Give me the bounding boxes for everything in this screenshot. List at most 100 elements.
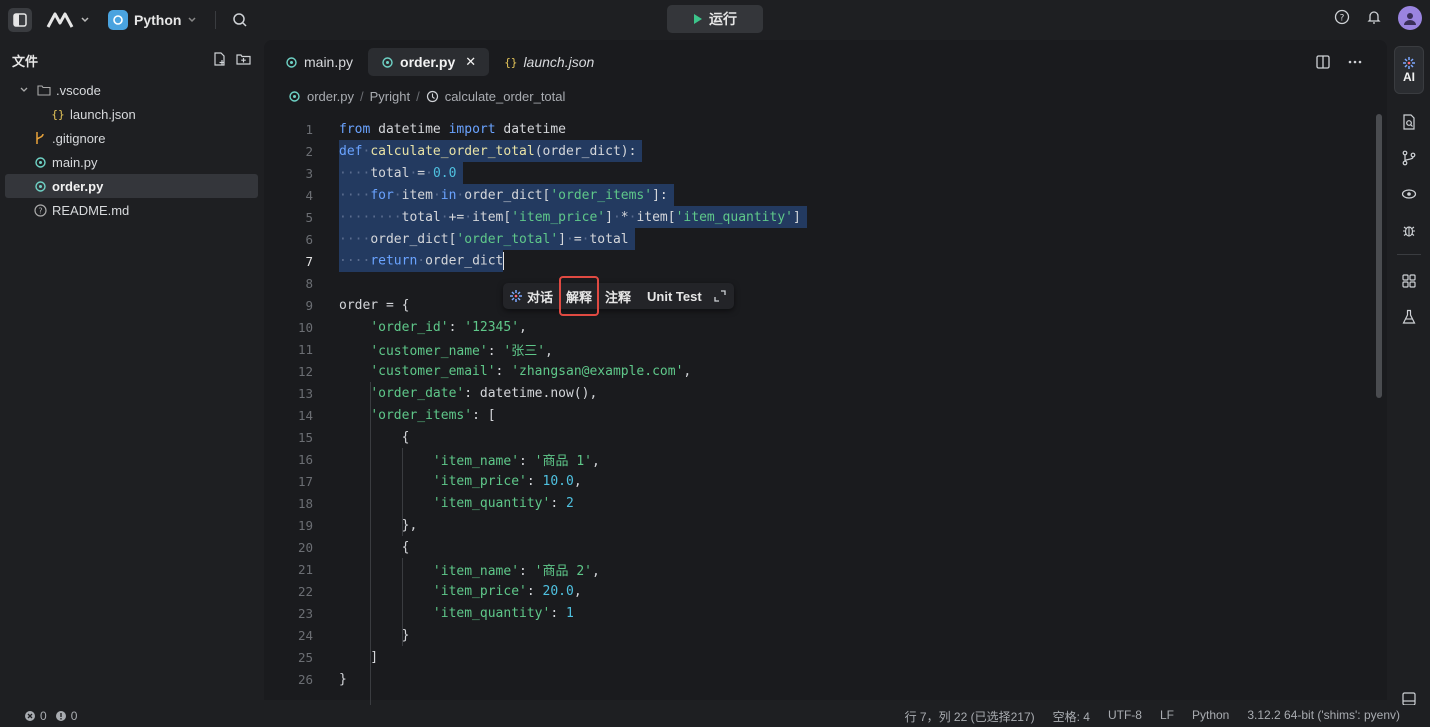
code-line: ] (339, 649, 379, 665)
line-ending[interactable]: LF (1160, 708, 1174, 725)
run-button[interactable]: 运行 (667, 5, 763, 33)
search-icon[interactable] (232, 12, 248, 28)
expand-icon[interactable] (708, 283, 734, 309)
encoding[interactable]: UTF-8 (1108, 708, 1142, 725)
code-line: } (339, 671, 347, 687)
line-number: 9 (305, 297, 313, 313)
tab-launch-json[interactable]: {} launch.json (491, 48, 607, 76)
language-mode[interactable]: Python (1192, 708, 1229, 725)
top-bar: Python 运行 ? (0, 0, 1430, 40)
code-line: { (339, 429, 410, 445)
extensions-icon[interactable] (1399, 271, 1419, 291)
code-line: 'customer_name': '张三', (370, 343, 553, 359)
code-area[interactable]: 1 from datetime import datetime 2 def·calc… (264, 118, 1374, 727)
project-selector[interactable]: Python (108, 10, 197, 30)
bug-icon[interactable] (1399, 220, 1419, 240)
bell-icon[interactable] (1366, 9, 1382, 28)
sparkle-icon (1403, 57, 1415, 69)
split-editor-icon[interactable] (1315, 54, 1331, 73)
ai-action-bar: 对话 解释 注释 Unit Test (503, 276, 734, 316)
tree-item-gitignore[interactable]: .gitignore (0, 126, 263, 150)
line-number: 22 (297, 583, 313, 599)
breadcrumb-file[interactable]: order.py (307, 89, 354, 104)
line-number: 12 (297, 363, 313, 379)
ai-assistant-button[interactable]: AI (1394, 46, 1424, 94)
breadcrumb-analyzer[interactable]: Pyright (370, 89, 410, 104)
line-number: 21 (297, 561, 313, 577)
json-icon: {} (51, 107, 65, 121)
line-number: 23 (297, 605, 313, 621)
tree-item-main-py[interactable]: main.py (0, 150, 263, 174)
tree-item-order-py[interactable]: order.py (5, 174, 258, 198)
code-line: def·calculate_order_total(order_dict): (339, 143, 637, 159)
code-line: 'order_id': '12345', (370, 319, 527, 335)
line-number: 26 (297, 671, 313, 687)
git-icon (32, 130, 48, 146)
code-line: ····total·=·0.0 (339, 165, 457, 181)
cursor-position[interactable]: 行 7，列 22 (已选择217) (905, 708, 1035, 725)
line-number: 11 (297, 341, 313, 357)
code-line: ········total·+=·item['item_price']·*·it… (339, 209, 801, 225)
more-actions-icon[interactable] (1347, 54, 1363, 73)
code-line: ····order_dict['order_total']·=·total (339, 231, 629, 247)
code-line: 'item_name': '商品 2', (432, 563, 600, 579)
line-number: 1 (305, 121, 313, 137)
json-icon: {} (504, 55, 518, 69)
source-control-icon[interactable] (1399, 148, 1419, 168)
sidebar-toggle-icon[interactable] (8, 8, 32, 32)
tab-main-py[interactable]: main.py (272, 48, 366, 76)
interpreter[interactable]: 3.12.2 64-bit ('shims': pyenv) (1247, 708, 1400, 725)
tree-item-launch-json[interactable]: {} launch.json (0, 102, 263, 126)
code-line: ····for·item·in·order_dict['order_items'… (339, 187, 668, 203)
editor-scrollbar[interactable] (1376, 114, 1382, 398)
avatar[interactable] (1398, 6, 1422, 30)
warning-icon (55, 711, 66, 721)
line-number: 14 (297, 407, 313, 423)
logo-icon[interactable] (46, 11, 90, 29)
tree-item-readme[interactable]: ? README.md (0, 198, 263, 222)
sparkle-icon (510, 290, 522, 302)
line-number: 20 (297, 539, 313, 555)
line-number: 8 (305, 275, 313, 291)
tree-item-vscode[interactable]: .vscode (0, 78, 263, 102)
explain-button[interactable]: 解释 (559, 276, 600, 316)
help-icon[interactable]: ? (1334, 9, 1350, 28)
line-number: 3 (305, 165, 313, 181)
debug-watch-icon[interactable] (1399, 184, 1419, 204)
breadcrumb-symbol[interactable]: calculate_order_total (445, 89, 566, 104)
code-line: from datetime import datetime (339, 121, 567, 137)
status-bar: 0 0 行 7，列 22 (已选择217) 空格: 4 UTF-8 LF Pyt… (0, 705, 1430, 727)
explorer-title: 文件 (12, 53, 39, 69)
close-icon[interactable]: ✕ (465, 54, 476, 70)
line-number: 7 (305, 253, 313, 269)
chevron-down-icon (16, 82, 32, 98)
line-number: 19 (297, 517, 313, 533)
play-icon (694, 14, 702, 24)
new-folder-icon[interactable] (236, 52, 251, 69)
chevron-down-icon (81, 17, 89, 23)
line-number: 15 (297, 429, 313, 445)
code-line: 'item_name': '商品 1', (432, 453, 600, 469)
tab-order-py[interactable]: order.py ✕ (368, 48, 490, 76)
line-number: 13 (297, 385, 313, 401)
file-search-icon[interactable] (1399, 112, 1419, 132)
flask-icon[interactable] (1399, 307, 1419, 327)
code-line: } (339, 627, 410, 643)
line-number: 4 (305, 187, 313, 203)
comment-button[interactable]: 注释 (599, 283, 637, 309)
editor-pane: main.py order.py ✕ {} launch.json order.… (264, 40, 1387, 727)
line-number: 25 (297, 649, 313, 665)
line-number: 16 (297, 451, 313, 467)
chat-button[interactable]: 对话 (503, 283, 559, 309)
problems-indicator[interactable]: 0 0 (0, 709, 77, 723)
text-cursor (503, 252, 505, 270)
divider (215, 11, 217, 29)
code-line: 'item_price': 20.0, (432, 583, 582, 599)
indentation[interactable]: 空格: 4 (1053, 708, 1090, 725)
new-file-icon[interactable] (212, 51, 226, 69)
unit-test-button[interactable]: Unit Test (637, 283, 708, 309)
project-name: Python (134, 12, 182, 28)
breadcrumb: order.py / Pyright / calculate_order_tot… (264, 84, 1387, 108)
file-explorer: 文件 .vscode {} launch.json .gitignore mai… (0, 40, 263, 705)
code-line: ····return·order_dict (339, 252, 505, 270)
